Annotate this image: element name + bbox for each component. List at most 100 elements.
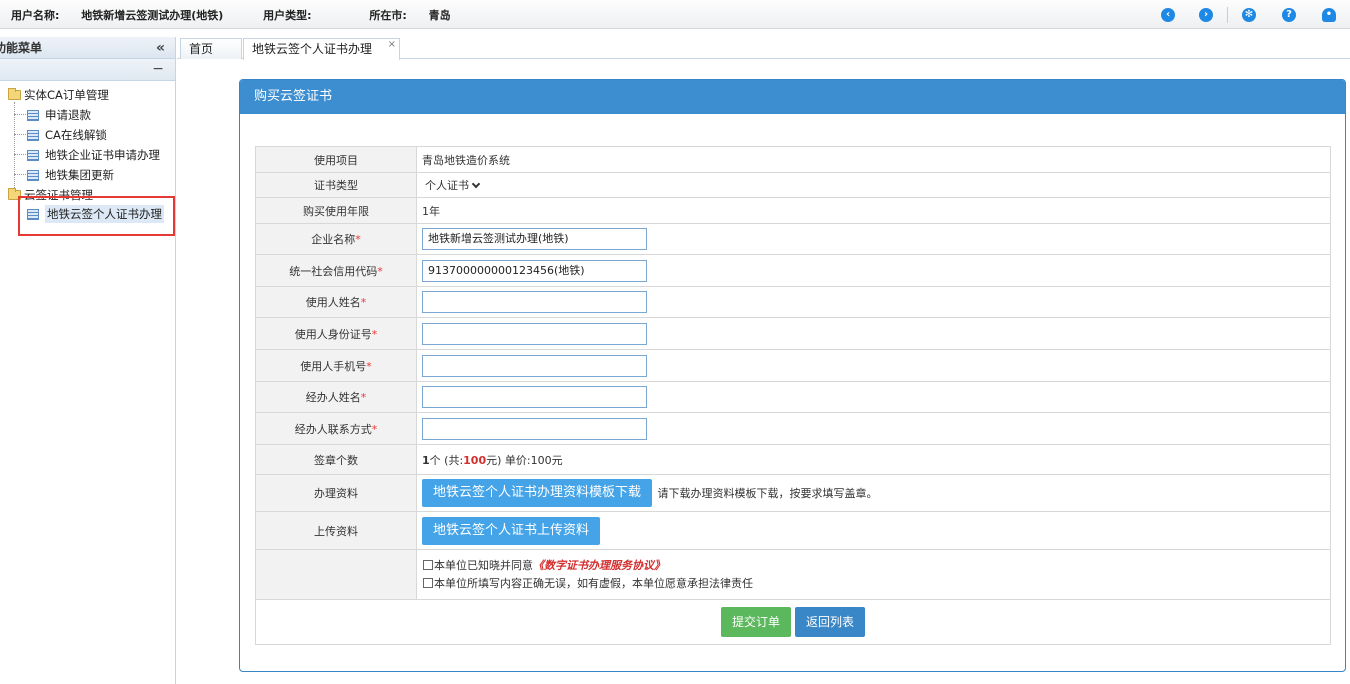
tree-line (14, 154, 26, 155)
user-name-label: 使用人姓名* (255, 286, 417, 318)
form-row: 统一社会信用代码* 913700000000123456(地铁) (255, 254, 1331, 287)
tree-item-refund[interactable]: 申请退款 (27, 106, 91, 124)
seal-count-label: 签章个数 (255, 444, 417, 475)
upload-label: 上传资料 (255, 511, 417, 550)
user-type-label: 用户类型: (263, 9, 312, 22)
settings-icon[interactable]: ✻ (1242, 8, 1256, 22)
group-label: 实体CA订单管理 (24, 88, 109, 102)
company-label: 企业名称* (255, 223, 417, 255)
project-label: 使用项目 (255, 146, 417, 173)
tree-item-ca-unlock[interactable]: CA在线解锁 (27, 126, 107, 144)
company-field[interactable]: 地铁新增云签测试办理(地铁) (422, 228, 647, 250)
page-icon (27, 149, 39, 161)
agree-text: 本单位已知晓并同意 (434, 558, 533, 572)
city-label: 所在市: (369, 9, 407, 22)
item-label: CA在线解锁 (45, 128, 107, 142)
tree-item-group-update[interactable]: 地铁集团更新 (27, 166, 114, 184)
city: 青岛 (428, 9, 451, 22)
years-label: 购买使用年限 (255, 197, 417, 224)
tab-label: 地铁云签个人证书办理 (252, 42, 373, 56)
page-icon (27, 169, 39, 181)
tab-cloud-personal-cert[interactable]: 地铁云签个人证书办理 × (243, 38, 400, 60)
submit-order-button[interactable]: 提交订单 (720, 607, 791, 637)
tab-home[interactable]: 首页 (180, 38, 242, 59)
user-name: 地铁新增云签测试办理(地铁) (81, 9, 224, 22)
user-name-field[interactable] (422, 291, 647, 313)
tree-line (14, 134, 26, 135)
form-row: 使用项目 青岛地铁造价系统 (255, 146, 1331, 173)
forward-icon[interactable]: › (1199, 8, 1213, 22)
user-id-label: 使用人身份证号* (255, 317, 417, 350)
cert-type-select[interactable]: 个人证书 (422, 177, 481, 193)
form-row: 购买使用年限 1年 (255, 197, 1331, 224)
download-template-button[interactable]: 地铁云签个人证书办理资料模板下载 (422, 479, 653, 507)
tab-strip: 首页 地铁云签个人证书办理 × (177, 37, 1350, 60)
agree-liability-checkbox[interactable] (423, 577, 433, 588)
chevron-down-icon (471, 179, 481, 188)
back-icon[interactable]: ‹ (1161, 8, 1175, 22)
tree-line (14, 174, 26, 175)
user-phone-label: 使用人手机号* (255, 349, 417, 382)
folder-icon (8, 88, 21, 100)
credit-code-label: 统一社会信用代码* (255, 254, 417, 287)
project-value: 青岛地铁造价系统 (416, 146, 1331, 173)
tree-item-enterprise-cert[interactable]: 地铁企业证书申请办理 (27, 146, 160, 164)
page-icon (27, 109, 39, 121)
form-row: 经办人姓名* (255, 381, 1331, 413)
divider (1227, 7, 1228, 23)
credit-code-field[interactable]: 913700000000123456(地铁) (422, 259, 647, 282)
menu-header: 功能菜单 « (0, 37, 175, 59)
liability-line: 本单位所填写内容正确无误，如有虚假，本单位愿意承担法律责任 (423, 575, 1330, 593)
cert-type-label: 证书类型 (255, 172, 417, 198)
user-id-field[interactable] (422, 322, 647, 345)
header-icons: ‹ › ✻ ? • (1161, 7, 1336, 23)
close-icon[interactable]: × (388, 35, 396, 55)
back-to-list-button[interactable]: 返回列表 (795, 607, 866, 637)
agent-contact-field[interactable] (422, 417, 647, 440)
top-bar: 用户名称: 地铁新增云签测试办理(地铁) 用户类型: 所在市: 青岛 ‹ › ✻… (0, 0, 1350, 29)
user-name-label: 用户名称: (11, 9, 60, 22)
panel-title: 购买云签证书 (240, 80, 1345, 114)
tree-group-entity-ca[interactable]: 实体CA订单管理 (8, 86, 109, 104)
order-form: 使用项目 青岛地铁造价系统 证书类型 个人证书 购买使用年限 1年 企业名称* … (255, 146, 1331, 645)
materials-label: 办理资料 (255, 474, 417, 512)
tree-line (14, 114, 26, 115)
purchase-panel: 购买云签证书 使用项目 青岛地铁造价系统 证书类型 个人证书 购买使用年限 1年… (239, 79, 1346, 672)
menu-subheader: − (0, 59, 175, 81)
empty-label (255, 549, 417, 600)
tree-line (14, 102, 15, 194)
agree-protocol-checkbox[interactable] (423, 559, 433, 570)
user-phone-field[interactable] (422, 354, 647, 377)
collapse-icon[interactable]: « (156, 37, 165, 58)
agent-contact-label: 经办人联系方式* (255, 412, 417, 445)
years-value: 1年 (416, 197, 1331, 224)
upload-materials-button[interactable]: 地铁云签个人证书上传资料 (422, 516, 601, 545)
service-agreement-link[interactable]: 《数字证书办理服务协议》 (533, 559, 665, 572)
item-label: 地铁企业证书申请办理 (45, 148, 160, 162)
agent-name-field[interactable] (422, 386, 647, 408)
seal-count-value: 1个 (共:100元) 单价:100元 (416, 444, 1331, 475)
form-row: 使用人姓名* (255, 286, 1331, 318)
form-row: 企业名称* 地铁新增云签测试办理(地铁) (255, 223, 1331, 255)
form-row: 证书类型 个人证书 (255, 172, 1331, 198)
item-label: 地铁集团更新 (45, 168, 114, 182)
minus-icon[interactable]: − (152, 61, 164, 77)
form-row: 使用人身份证号* (255, 317, 1331, 350)
highlight-annotation (18, 196, 175, 236)
form-row: 办理资料 地铁云签个人证书办理资料模板下载 请下载办理资料模板下载，按要求填写盖… (255, 474, 1331, 512)
menu-title: 功能菜单 (0, 41, 43, 55)
form-row: 上传资料 地铁云签个人证书上传资料 (255, 511, 1331, 550)
tab-label: 首页 (189, 42, 214, 56)
page-icon (27, 129, 39, 141)
agreement-line: 本单位已知晓并同意《数字证书办理服务协议》 (423, 557, 1330, 575)
download-hint: 请下载办理资料模板下载，按要求填写盖章。 (657, 487, 878, 500)
cert-type-value: 个人证书 (425, 179, 469, 192)
user-info: 用户名称: 地铁新增云签测试办理(地铁) 用户类型: 所在市: 青岛 (11, 7, 487, 23)
help-icon[interactable]: ? (1282, 8, 1296, 22)
agent-name-label: 经办人姓名* (255, 381, 417, 413)
form-row: 经办人联系方式* (255, 412, 1331, 445)
form-row: 本单位已知晓并同意《数字证书办理服务协议》 本单位所填写内容正确无误，如有虚假，… (255, 549, 1331, 600)
function-menu: 功能菜单 « − 实体CA订单管理 申请退款 CA在线解锁 地铁企业证书申请办理… (0, 37, 176, 684)
bell-icon[interactable]: • (1322, 8, 1336, 22)
item-label: 申请退款 (45, 108, 91, 122)
